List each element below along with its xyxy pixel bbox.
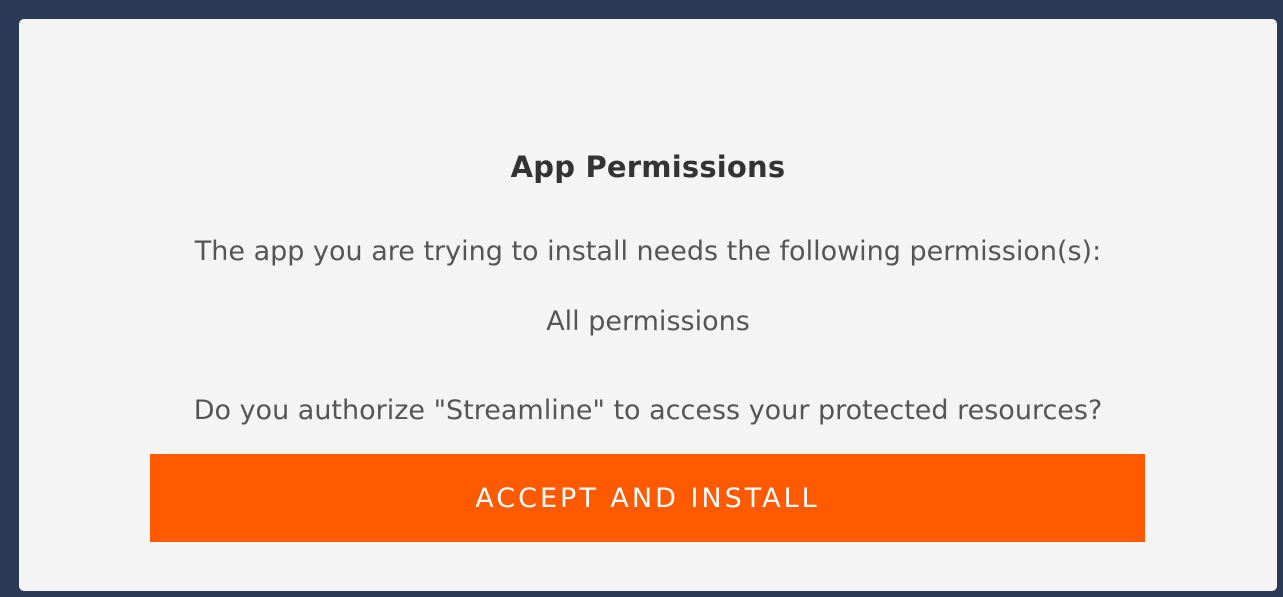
permissions-intro-text: The app you are trying to install needs … [194, 236, 1102, 267]
window-frame: App Permissions The app you are trying t… [0, 0, 1283, 597]
permissions-list: All permissions [546, 306, 750, 337]
authorization-question: Do you authorize "Streamline" to access … [193, 395, 1103, 426]
permissions-dialog: App Permissions The app you are trying t… [19, 19, 1277, 591]
dialog-title: App Permissions [510, 150, 786, 184]
accept-and-install-button[interactable]: ACCEPT AND INSTALL [150, 454, 1145, 542]
